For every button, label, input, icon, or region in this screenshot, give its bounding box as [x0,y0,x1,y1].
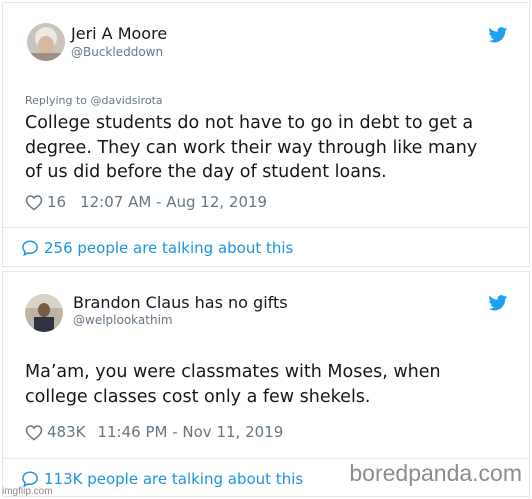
divider [3,227,529,228]
divider [3,458,529,459]
twitter-bird-icon[interactable] [488,295,508,311]
boredpanda-watermark: boredpanda.com [349,460,522,486]
timestamp[interactable]: 11:46 PM - Nov 11, 2019 [97,423,283,441]
tweet-meta: 483K 11:46 PM - Nov 11, 2019 [25,423,283,441]
timestamp[interactable]: 12:07 AM - Aug 12, 2019 [80,193,267,211]
like-count: 16 [47,193,67,211]
display-name[interactable]: Jeri A Moore [71,24,167,43]
talking-about-link[interactable]: 256 people are talking about this [21,239,293,257]
replying-to[interactable]: Replying to @davidsirota [25,94,163,107]
tweet-meta: 16 12:07 AM - Aug 12, 2019 [25,193,267,211]
handle[interactable]: @welplookathim [73,313,173,327]
tweet-text-line: Ma’am, you were classmates with Moses, w… [25,362,441,382]
tweet-text-line: degree. They can work their way through … [25,138,478,158]
heart-icon[interactable] [25,194,43,211]
tweet-text-line: College students do not have to go in de… [25,113,474,133]
tweet-text-line: college classes cost only a few shekels. [25,387,371,407]
talking-about-text[interactable]: 256 people are talking about this [44,239,293,257]
imgflip-watermark: imgflip.com [2,486,53,497]
like-count: 483K [47,423,86,441]
handle[interactable]: @Buckleddown [71,45,163,59]
avatar[interactable] [27,23,65,61]
talking-about-text[interactable]: 113K people are talking about this [44,470,303,488]
heart-icon[interactable] [25,424,43,441]
speech-bubble-icon [22,240,38,257]
tweet-card-1: Jeri A Moore @Buckleddown Replying to @d… [2,2,530,267]
tweet-text-line: of us did before the day of student loan… [25,162,387,182]
talking-about-link[interactable]: 113K people are talking about this [21,470,303,488]
twitter-bird-icon[interactable] [488,27,508,43]
avatar[interactable] [25,294,63,332]
display-name[interactable]: Brandon Claus has no gifts [73,293,288,312]
